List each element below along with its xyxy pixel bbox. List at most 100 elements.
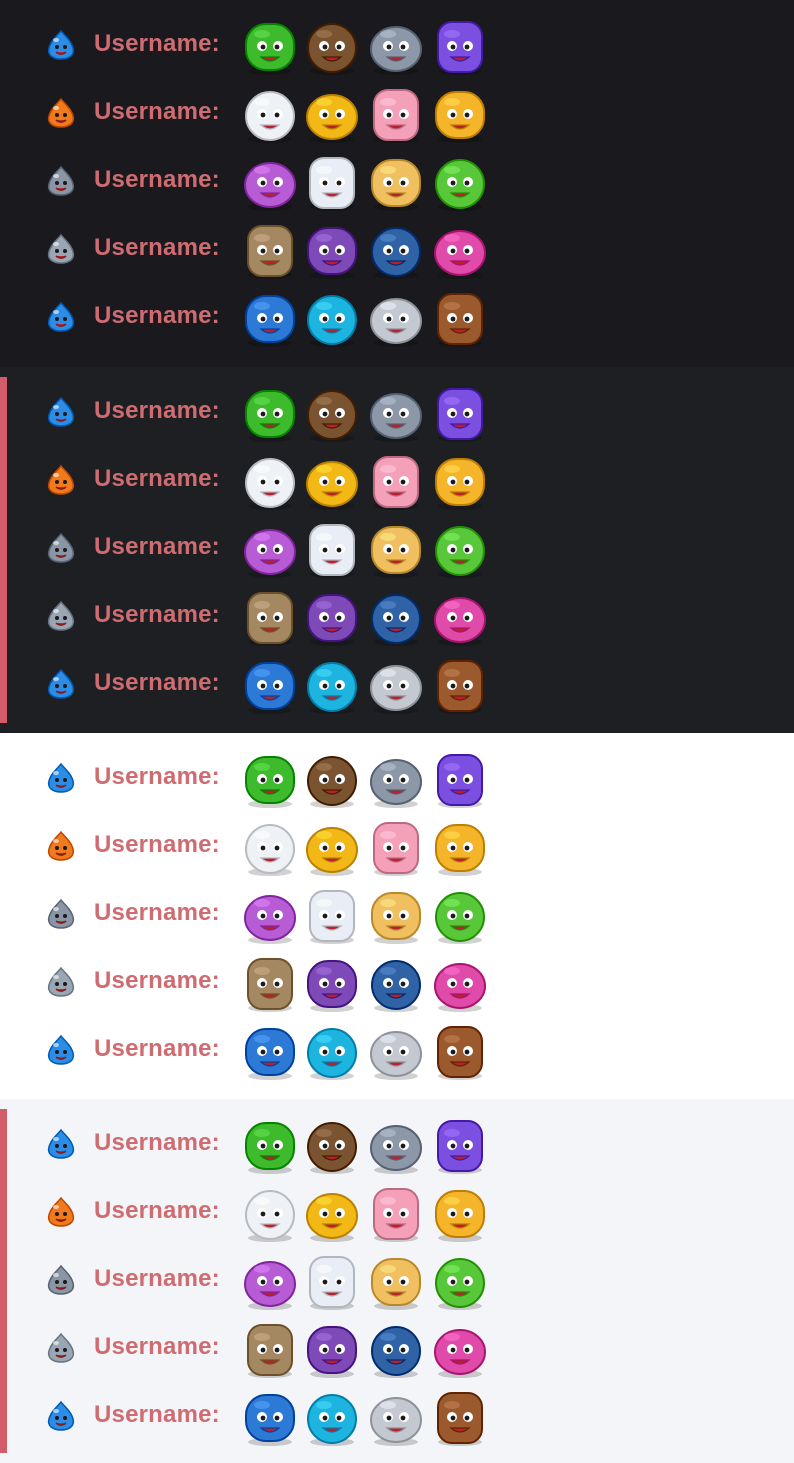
username-label[interactable]: Username: <box>94 397 220 425</box>
pink-dragon-icon[interactable] <box>430 587 490 647</box>
username-label[interactable]: Username: <box>94 601 220 629</box>
blue-eyeball-monster-icon[interactable] <box>240 1387 300 1447</box>
white-lion-icon[interactable] <box>302 519 362 579</box>
blue-fuzzy-monster-icon[interactable] <box>366 953 426 1013</box>
purple-bat-icon[interactable] <box>302 1319 362 1379</box>
spiky-green-monster-icon[interactable] <box>302 16 362 76</box>
penguin-bird-icon[interactable] <box>240 817 300 877</box>
crowned-king-slime-icon[interactable] <box>366 1115 426 1175</box>
zombie-face-icon[interactable] <box>240 953 300 1013</box>
spiky-green-monster-icon[interactable] <box>302 749 362 809</box>
taco-face-icon[interactable] <box>366 519 426 579</box>
username-label[interactable]: Username: <box>94 302 220 330</box>
pink-dragon-icon[interactable] <box>430 220 490 280</box>
username-label[interactable]: Username: <box>94 1265 220 1293</box>
witch-hat-slime-icon[interactable] <box>302 817 362 877</box>
username-label[interactable]: Username: <box>94 166 220 194</box>
purple-bat-icon[interactable] <box>302 220 362 280</box>
pink-cat-icon[interactable] <box>366 84 426 144</box>
witch-hat-slime-icon[interactable] <box>302 451 362 511</box>
purple-masked-egg-icon[interactable] <box>240 885 300 945</box>
username-label[interactable]: Username: <box>94 533 220 561</box>
gray-wolf-icon[interactable] <box>366 1021 426 1081</box>
username-label[interactable]: Username: <box>94 899 220 927</box>
green-slime-icon[interactable] <box>240 749 300 809</box>
gray-wolf-icon[interactable] <box>366 288 426 348</box>
penguin-bird-icon[interactable] <box>240 84 300 144</box>
wooden-box-icon[interactable] <box>430 655 490 715</box>
gray-wolf-icon[interactable] <box>366 1387 426 1447</box>
username-label[interactable]: Username: <box>94 831 220 859</box>
penguin-bird-icon[interactable] <box>240 451 300 511</box>
frog-slug-icon[interactable] <box>430 152 490 212</box>
pink-dragon-icon[interactable] <box>430 953 490 1013</box>
username-label[interactable]: Username: <box>94 98 220 126</box>
white-lion-icon[interactable] <box>302 885 362 945</box>
username-label[interactable]: Username: <box>94 465 220 493</box>
blue-fuzzy-monster-icon[interactable] <box>366 1319 426 1379</box>
tiger-face-icon[interactable] <box>430 84 490 144</box>
username-label[interactable]: Username: <box>94 1197 220 1225</box>
spiky-green-monster-icon[interactable] <box>302 383 362 443</box>
zombie-face-icon[interactable] <box>240 587 300 647</box>
username-label[interactable]: Username: <box>94 1333 220 1361</box>
purple-bat-icon[interactable] <box>302 587 362 647</box>
taco-face-icon[interactable] <box>366 885 426 945</box>
username-label[interactable]: Username: <box>94 1129 220 1157</box>
username-label[interactable]: Username: <box>94 30 220 58</box>
witch-hat-slime-icon[interactable] <box>302 1183 362 1243</box>
tiger-face-icon[interactable] <box>430 451 490 511</box>
wooden-box-icon[interactable] <box>430 288 490 348</box>
green-slime-icon[interactable] <box>240 1115 300 1175</box>
frog-slug-icon[interactable] <box>430 885 490 945</box>
purple-ghost-icon[interactable] <box>430 383 490 443</box>
taco-face-icon[interactable] <box>366 1251 426 1311</box>
wooden-box-icon[interactable] <box>430 1021 490 1081</box>
username-label[interactable]: Username: <box>94 1035 220 1063</box>
crowned-king-slime-icon[interactable] <box>366 383 426 443</box>
tiger-face-icon[interactable] <box>430 1183 490 1243</box>
blue-eyeball-monster-icon[interactable] <box>240 655 300 715</box>
gray-wolf-icon[interactable] <box>366 655 426 715</box>
pink-cat-icon[interactable] <box>366 1183 426 1243</box>
purple-bat-icon[interactable] <box>302 953 362 1013</box>
zombie-face-icon[interactable] <box>240 1319 300 1379</box>
white-lion-icon[interactable] <box>302 1251 362 1311</box>
purple-masked-egg-icon[interactable] <box>240 152 300 212</box>
tiger-face-icon[interactable] <box>430 817 490 877</box>
blue-eyeball-monster-icon[interactable] <box>240 1021 300 1081</box>
white-lion-icon[interactable] <box>302 152 362 212</box>
green-slime-icon[interactable] <box>240 16 300 76</box>
blue-fuzzy-monster-icon[interactable] <box>366 220 426 280</box>
cyan-cyclops-icon[interactable] <box>302 1387 362 1447</box>
crowned-king-slime-icon[interactable] <box>366 16 426 76</box>
spiky-green-monster-icon[interactable] <box>302 1115 362 1175</box>
username-label[interactable]: Username: <box>94 669 220 697</box>
blue-eyeball-monster-icon[interactable] <box>240 288 300 348</box>
cyan-cyclops-icon[interactable] <box>302 1021 362 1081</box>
penguin-bird-icon[interactable] <box>240 1183 300 1243</box>
purple-ghost-icon[interactable] <box>430 16 490 76</box>
purple-masked-egg-icon[interactable] <box>240 1251 300 1311</box>
wooden-box-icon[interactable] <box>430 1387 490 1447</box>
pink-cat-icon[interactable] <box>366 451 426 511</box>
witch-hat-slime-icon[interactable] <box>302 84 362 144</box>
pink-dragon-icon[interactable] <box>430 1319 490 1379</box>
username-label[interactable]: Username: <box>94 234 220 262</box>
blue-fuzzy-monster-icon[interactable] <box>366 587 426 647</box>
cyan-cyclops-icon[interactable] <box>302 655 362 715</box>
pink-cat-icon[interactable] <box>366 817 426 877</box>
cyan-cyclops-icon[interactable] <box>302 288 362 348</box>
username-label[interactable]: Username: <box>94 1401 220 1429</box>
taco-face-icon[interactable] <box>366 152 426 212</box>
purple-ghost-icon[interactable] <box>430 749 490 809</box>
purple-masked-egg-icon[interactable] <box>240 519 300 579</box>
purple-ghost-icon[interactable] <box>430 1115 490 1175</box>
frog-slug-icon[interactable] <box>430 1251 490 1311</box>
frog-slug-icon[interactable] <box>430 519 490 579</box>
zombie-face-icon[interactable] <box>240 220 300 280</box>
crowned-king-slime-icon[interactable] <box>366 749 426 809</box>
username-label[interactable]: Username: <box>94 967 220 995</box>
green-slime-icon[interactable] <box>240 383 300 443</box>
username-label[interactable]: Username: <box>94 763 220 791</box>
